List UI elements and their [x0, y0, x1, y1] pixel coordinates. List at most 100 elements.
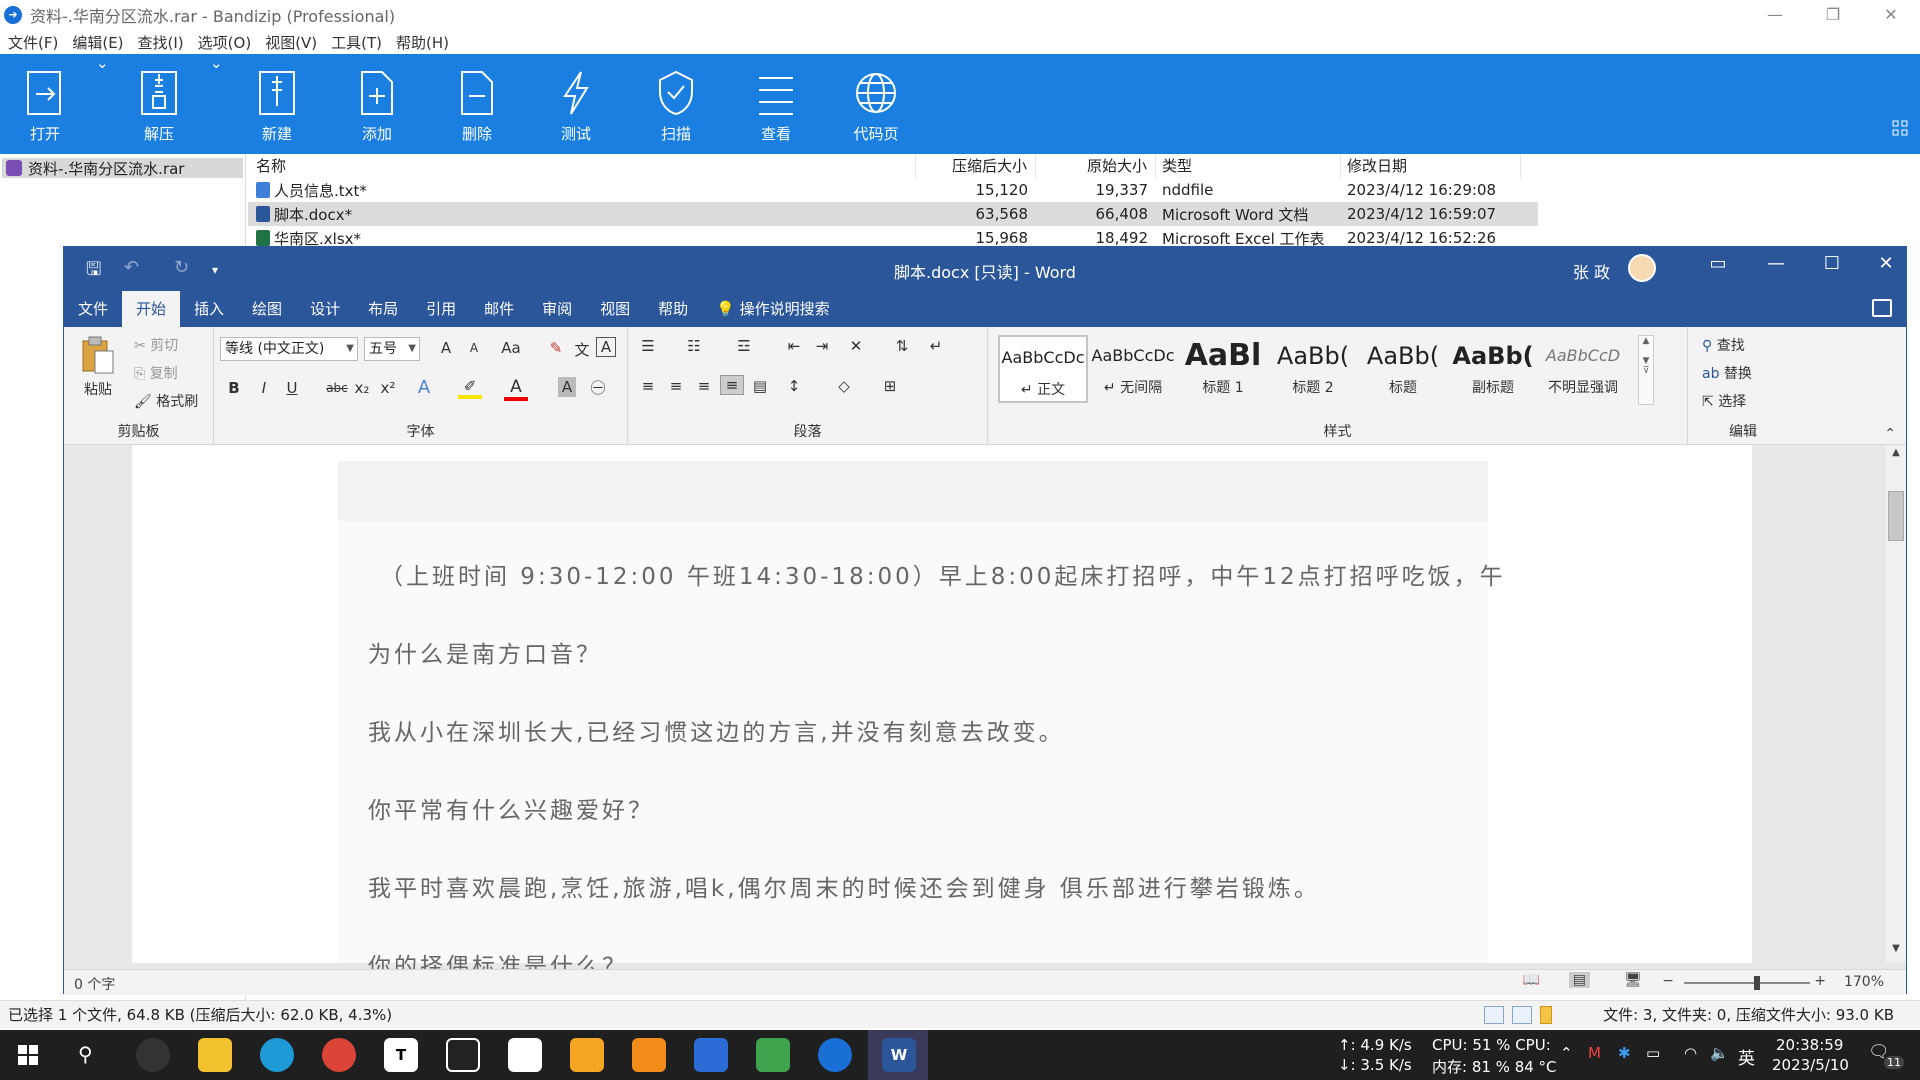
print-layout-icon[interactable]: ▤ — [1568, 972, 1590, 988]
comments-icon[interactable] — [1872, 299, 1892, 317]
chrome-browser-icon[interactable] — [322, 1038, 356, 1072]
typora-icon[interactable]: T — [384, 1038, 418, 1072]
character-shading-button[interactable]: A — [558, 377, 576, 397]
folder-view-icon[interactable] — [1540, 1005, 1552, 1024]
scroll-thumb[interactable] — [1888, 491, 1904, 541]
tab-review[interactable]: 审阅 — [528, 291, 586, 327]
tray-chevron-up-icon[interactable]: ⌃ — [1560, 1044, 1573, 1062]
subscript-button[interactable]: x₂ — [350, 379, 374, 397]
style-title[interactable]: AaBb(标题 — [1358, 335, 1448, 403]
gmail-tray-icon[interactable]: M — [1588, 1044, 1601, 1062]
collapse-ribbon-icon[interactable]: ⌃ — [1884, 426, 1896, 442]
style-heading-2[interactable]: AaBb(标题 2 — [1268, 335, 1358, 403]
font-name-combo[interactable]: 等线 (中文正文) ▼ — [220, 337, 358, 361]
bluetooth-tray-icon[interactable]: ✱ — [1618, 1044, 1631, 1062]
styles-scroll[interactable]: ▲ ▼ ⊽ — [1638, 335, 1654, 405]
alien-app-icon[interactable] — [136, 1038, 170, 1072]
highlight-color-icon[interactable]: ✐ — [458, 377, 482, 399]
menu-options[interactable]: 选项(O) — [198, 32, 252, 53]
battery-tray-icon[interactable]: ▭ — [1646, 1044, 1660, 1062]
menu-view[interactable]: 视图(V) — [265, 32, 317, 53]
extract-dropdown-chevron-icon[interactable]: ⌄ — [210, 54, 223, 154]
tab-design[interactable]: 设计 — [296, 291, 354, 327]
open-dropdown-chevron-icon[interactable]: ⌄ — [96, 54, 109, 154]
menu-tools[interactable]: 工具(T) — [331, 32, 382, 53]
borders-icon[interactable]: ⊞ — [878, 377, 902, 395]
menu-edit[interactable]: 编辑(E) — [72, 32, 123, 53]
column-header-original[interactable]: 原始大小 — [1036, 154, 1156, 178]
blue-app-icon[interactable] — [694, 1038, 728, 1072]
read-mode-icon[interactable]: 📖 — [1523, 972, 1540, 988]
align-center-icon[interactable]: ≡ — [664, 377, 688, 395]
bandizip-taskbar-icon[interactable] — [818, 1038, 852, 1072]
show-formatting-marks-icon[interactable]: ↵ — [924, 337, 948, 355]
format-painter-button[interactable]: 🖌 格式刷 — [134, 391, 198, 411]
column-header-type[interactable]: 类型 — [1156, 154, 1341, 178]
test-button[interactable]: 测试 — [545, 54, 607, 154]
wifi-tray-icon[interactable]: ◠ — [1684, 1044, 1697, 1062]
user-name[interactable]: 张 政 — [1573, 259, 1610, 283]
copy-button[interactable]: ⎘ 复制 — [134, 363, 178, 383]
search-icon[interactable]: ⚲ — [78, 1042, 93, 1066]
select-button[interactable]: ⇱ 选择 — [1702, 391, 1746, 411]
minimize-button[interactable]: — — [1756, 253, 1796, 274]
maximize-button[interactable]: ☐ — [1812, 253, 1852, 274]
asian-layout-icon[interactable]: ✕ — [844, 337, 868, 355]
tab-help[interactable]: 帮助 — [644, 291, 702, 327]
new-archive-button[interactable]: 新建 — [246, 54, 308, 154]
decrease-indent-icon[interactable]: ⇤ — [782, 337, 806, 355]
style-subtle-emphasis[interactable]: AaBbCcD 不明显强调 — [1538, 335, 1628, 403]
zoom-slider[interactable] — [1684, 976, 1810, 990]
zoom-level[interactable]: 170% — [1844, 974, 1884, 990]
close-button[interactable]: ✕ — [1866, 253, 1906, 274]
wps-app-icon[interactable] — [508, 1038, 542, 1072]
column-header-compressed[interactable]: 压缩后大小 — [916, 154, 1036, 178]
minimize-button[interactable]: — — [1746, 0, 1804, 30]
bold-button[interactable]: B — [222, 379, 246, 397]
close-button[interactable]: ✕ — [1862, 0, 1920, 30]
extract-button[interactable]: 解压 — [128, 54, 190, 154]
tab-view[interactable]: 视图 — [586, 291, 644, 327]
paste-button[interactable]: 粘贴 — [78, 335, 118, 399]
vertical-scrollbar[interactable]: ▲ ▼ — [1886, 445, 1906, 963]
green-app-icon[interactable] — [756, 1038, 790, 1072]
tell-me-search[interactable]: 💡 操作说明搜索 — [716, 291, 829, 327]
zoom-out-button[interactable]: − — [1662, 973, 1674, 989]
clock-date[interactable]: 2023/5/10 — [1772, 1056, 1849, 1074]
sort-icon[interactable]: ⇅ — [890, 337, 914, 355]
grow-font-button[interactable]: A — [434, 339, 458, 357]
add-button[interactable]: 添加 — [346, 54, 408, 154]
text-effects-button[interactable]: A — [412, 377, 436, 398]
change-case-button[interactable]: Aa — [494, 339, 528, 357]
menu-help[interactable]: 帮助(H) — [396, 32, 449, 53]
windows-start-icon[interactable] — [18, 1045, 38, 1065]
underline-button[interactable]: U — [280, 379, 304, 397]
replace-button[interactable]: ab 替换 — [1702, 363, 1752, 383]
font-color-button[interactable]: A — [504, 377, 528, 401]
strikethrough-button[interactable]: abc — [322, 381, 352, 395]
web-layout-icon[interactable]: 🖥 — [1624, 972, 1642, 988]
shrink-font-button[interactable]: A — [462, 341, 486, 355]
ime-indicator[interactable]: 英 — [1738, 1044, 1755, 1069]
details-view-icon[interactable] — [1484, 1005, 1504, 1024]
volume-tray-icon[interactable]: 🔈 — [1710, 1044, 1729, 1062]
column-header-name[interactable]: 名称 — [248, 154, 916, 178]
layout-grid-icon[interactable] — [1892, 120, 1908, 136]
shading-bucket-icon[interactable]: ◇ — [832, 377, 856, 395]
style-no-spacing[interactable]: AaBbCcDc ↵ 无间隔 — [1088, 335, 1178, 403]
note-app-icon[interactable] — [570, 1038, 604, 1072]
font-size-combo[interactable]: 五号 ▼ — [364, 337, 420, 361]
list-view-icon[interactable] — [1512, 1005, 1532, 1024]
find-button[interactable]: ⚲ 查找 — [1702, 335, 1745, 355]
line-spacing-icon[interactable]: ↕ — [782, 377, 806, 395]
enclose-characters-icon[interactable]: ㊀ — [586, 377, 610, 398]
style-normal[interactable]: AaBbCcDc ↵ 正文 — [998, 335, 1088, 403]
menu-find[interactable]: 查找(I) — [138, 32, 184, 53]
tab-layout[interactable]: 布局 — [354, 291, 412, 327]
numbering-icon[interactable]: ☷ — [682, 337, 706, 355]
scan-button[interactable]: 扫描 — [645, 54, 707, 154]
file-explorer-icon[interactable] — [198, 1038, 232, 1072]
zoom-in-button[interactable]: + — [1814, 973, 1826, 989]
tree-node-archive-root[interactable]: 资料-.华南分区流水.rar — [2, 158, 243, 178]
codepage-button[interactable]: 代码页 — [845, 54, 907, 154]
